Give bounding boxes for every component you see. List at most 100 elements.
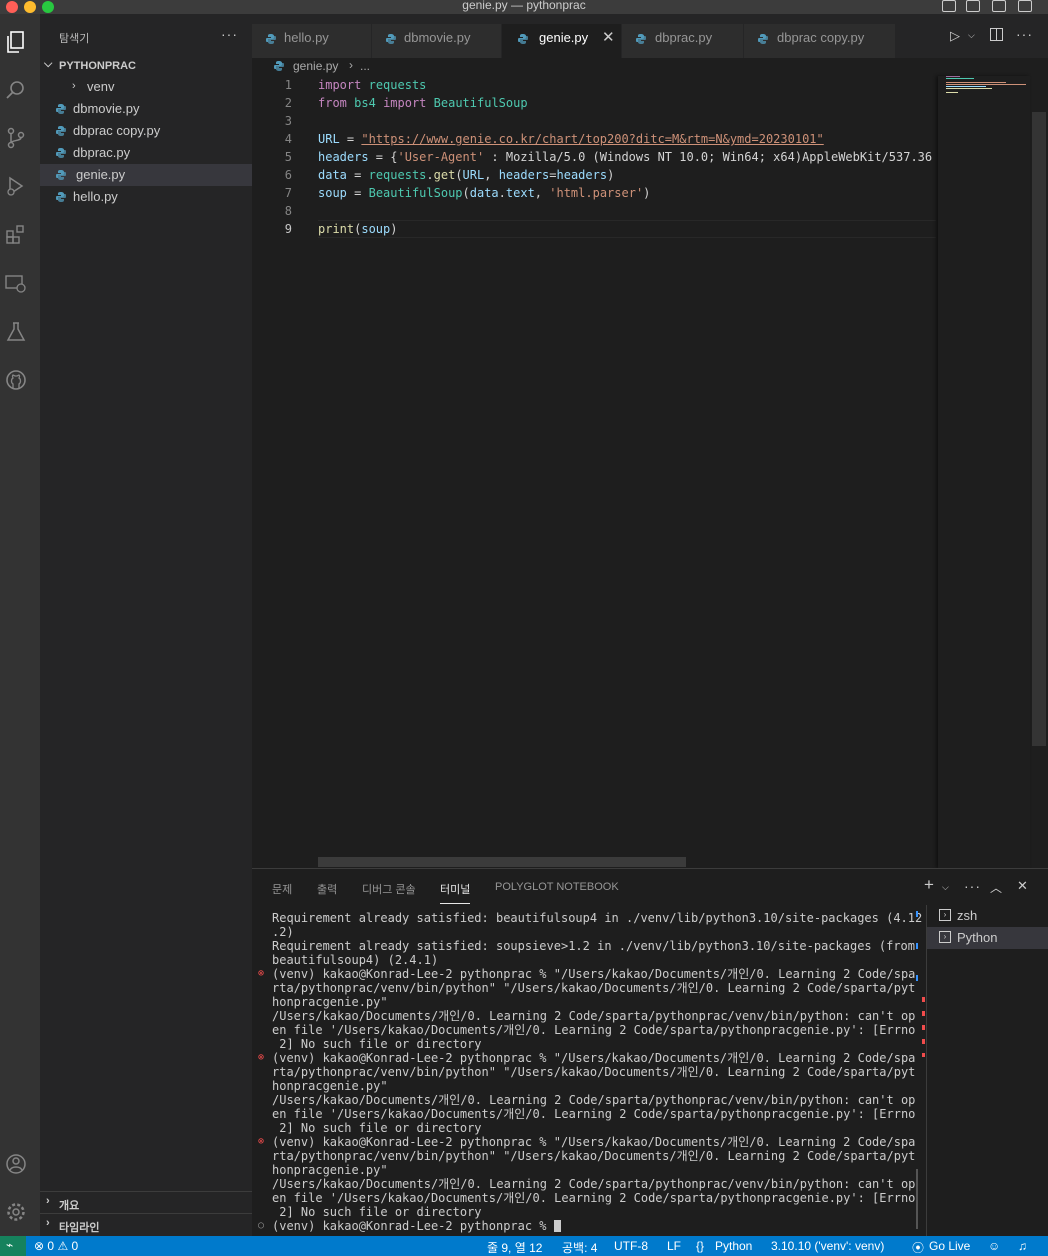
settings-gear-icon[interactable] <box>4 1200 28 1224</box>
outline-section-header[interactable]: › 개요 <box>40 1191 252 1213</box>
python-file-icon <box>56 170 66 180</box>
minimap[interactable] <box>938 76 1030 868</box>
tab-hello[interactable]: hello.py <box>252 24 372 58</box>
tree-item-venv[interactable]: › venv <box>40 76 252 98</box>
terminal-scrollbar[interactable] <box>916 1169 918 1229</box>
terminal-line: en file '/Users/kakao/Documents/개인/0. Le… <box>272 1023 916 1037</box>
code-line[interactable]: headers = {'User-Agent' : Mozilla/5.0 (W… <box>318 150 938 164</box>
tab-debug-console[interactable]: 디버그 콘솔 <box>362 881 416 897</box>
python-file-icon <box>56 148 66 158</box>
code-line[interactable]: data = requests.get(URL, headers=headers… <box>318 168 614 182</box>
extensions-icon[interactable] <box>4 222 28 246</box>
tree-item-label: venv <box>87 79 115 94</box>
account-icon[interactable] <box>4 1152 28 1176</box>
horizontal-scrollbar[interactable] <box>318 857 686 867</box>
broadcast-icon: ⦿ <box>912 1241 925 1255</box>
split-editor-icon[interactable] <box>990 28 1003 41</box>
command-error-icon[interactable]: ⊗ <box>258 1135 264 1149</box>
python-file-icon <box>56 126 66 136</box>
source-control-icon[interactable] <box>4 126 28 150</box>
tab-label: dbmovie.py <box>404 30 471 45</box>
tab-label: dbprac copy.py <box>777 30 865 45</box>
code-line[interactable]: import requests <box>318 78 426 92</box>
tab-genie[interactable]: genie.py ✕ <box>502 24 622 58</box>
close-tab-icon[interactable]: ✕ <box>602 28 615 46</box>
search-icon[interactable] <box>4 78 28 102</box>
terminal-line: Requirement already satisfied: soupsieve… <box>272 939 915 953</box>
line-number: 6 <box>284 168 292 182</box>
tab-output[interactable]: 출력 <box>317 881 337 897</box>
indentation[interactable]: 공백: 4 <box>562 1239 597 1256</box>
code-line[interactable]: soup = BeautifulSoup(data.text, 'html.pa… <box>318 186 650 200</box>
terminal-line: /Users/kakao/Documents/개인/0. Learning 2 … <box>272 1093 916 1107</box>
close-panel-icon[interactable]: ✕ <box>1017 878 1028 894</box>
toggle-panel-icon[interactable] <box>966 0 980 12</box>
code-line[interactable]: URL = "https://www.genie.co.kr/chart/top… <box>318 132 824 146</box>
code-editor[interactable]: 1 2 3 4 5 6 7 8 9 import requests from b… <box>252 76 1048 868</box>
chevron-down-icon[interactable]: ⌵ <box>968 30 975 41</box>
notifications-bell-icon[interactable]: ♫ <box>1018 1239 1027 1253</box>
vertical-scrollbar[interactable] <box>1032 112 1046 746</box>
remote-explorer-icon[interactable] <box>4 272 28 296</box>
breadcrumb-file[interactable]: genie.py <box>293 59 338 73</box>
command-error-icon[interactable]: ⊗ <box>258 967 264 981</box>
customize-layout-icon[interactable] <box>1018 0 1032 12</box>
tree-item-label: genie.py <box>76 167 126 182</box>
timeline-section-header[interactable]: › 타임라인 <box>40 1213 252 1235</box>
more-actions-icon[interactable]: ··· <box>221 26 238 42</box>
terminal-item-zsh[interactable]: › zsh <box>927 905 1048 927</box>
warning-count: 0 <box>71 1239 79 1253</box>
cursor-position[interactable]: 줄 9, 열 12 <box>487 1239 542 1256</box>
tree-item-dbprac[interactable]: dbprac.py <box>40 142 252 164</box>
terminal-item-python[interactable]: › Python <box>927 927 1048 949</box>
github-icon[interactable] <box>4 368 28 392</box>
run-python-file-icon[interactable]: ▷ <box>950 28 960 44</box>
end-of-line[interactable]: LF <box>667 1239 681 1253</box>
error-count: 0 <box>47 1239 55 1253</box>
terminal-item-label: Python <box>957 930 998 945</box>
terminal-line: en file '/Users/kakao/Documents/개인/0. Le… <box>272 1107 916 1121</box>
tab-terminal[interactable]: 터미널 <box>440 881 471 904</box>
tree-item-dbprac-copy[interactable]: dbprac copy.py <box>40 120 252 142</box>
tree-item-dbmovie[interactable]: dbmovie.py <box>40 98 252 120</box>
testing-icon[interactable] <box>4 320 28 344</box>
tree-item-hello[interactable]: hello.py <box>40 186 252 208</box>
remote-indicator[interactable]: ⌁ <box>0 1236 26 1256</box>
error-scroll-markers <box>922 997 925 1057</box>
python-interpreter[interactable]: 3.10.10 ('venv': venv) <box>771 1239 884 1253</box>
tab-polyglot-notebook[interactable]: POLYGLOT NOTEBOOK <box>495 881 619 893</box>
language-mode[interactable]: Python <box>715 1239 752 1253</box>
run-debug-icon[interactable] <box>4 174 28 198</box>
chevron-down-icon[interactable]: ⌵ <box>942 882 949 893</box>
toggle-sidebar-icon[interactable] <box>942 0 956 12</box>
terminal-icon: › <box>939 909 951 921</box>
python-file-icon <box>274 61 284 71</box>
tab-problems[interactable]: 문제 <box>272 881 292 897</box>
tree-item-genie[interactable]: genie.py <box>40 164 252 186</box>
explorer-icon[interactable] <box>4 30 28 54</box>
command-error-icon[interactable]: ⊗ <box>258 1051 264 1065</box>
tab-dbprac[interactable]: dbprac.py <box>622 24 744 58</box>
new-terminal-icon[interactable]: + <box>924 875 934 895</box>
tab-dbmovie[interactable]: dbmovie.py <box>372 24 502 58</box>
code-line[interactable]: print(soup) <box>318 222 398 236</box>
command-success-icon[interactable]: ○ <box>258 1219 264 1233</box>
feedback-icon[interactable]: ☺ <box>988 1239 1000 1253</box>
terminal-output[interactable]: Requirement already satisfied: beautiful… <box>258 911 922 1237</box>
encoding[interactable]: UTF-8 <box>614 1239 648 1253</box>
problems-indicator[interactable]: ⊗ 0 ⚠ 0 <box>34 1239 78 1253</box>
braces-icon: {} <box>696 1239 705 1253</box>
code-line[interactable]: from bs4 import BeautifulSoup <box>318 96 528 110</box>
tab-dbprac-copy[interactable]: dbprac copy.py <box>744 24 896 58</box>
python-file-icon <box>56 104 66 114</box>
breadcrumb-symbols[interactable]: ... <box>360 59 370 73</box>
terminal-line: en file '/Users/kakao/Documents/개인/0. Le… <box>272 1191 916 1205</box>
maximize-panel-icon[interactable]: ︿ <box>990 879 1002 896</box>
go-live-button[interactable]: Go Live <box>929 1239 970 1253</box>
tab-label: dbprac.py <box>655 30 713 45</box>
toggle-secondary-sidebar-icon[interactable] <box>992 0 1006 12</box>
line-number: 8 <box>284 204 292 218</box>
folder-section-header[interactable]: ⌵ PYTHONPRAC <box>40 56 252 76</box>
more-actions-icon[interactable]: ··· <box>1016 26 1033 42</box>
more-actions-icon[interactable]: ··· <box>964 878 981 894</box>
